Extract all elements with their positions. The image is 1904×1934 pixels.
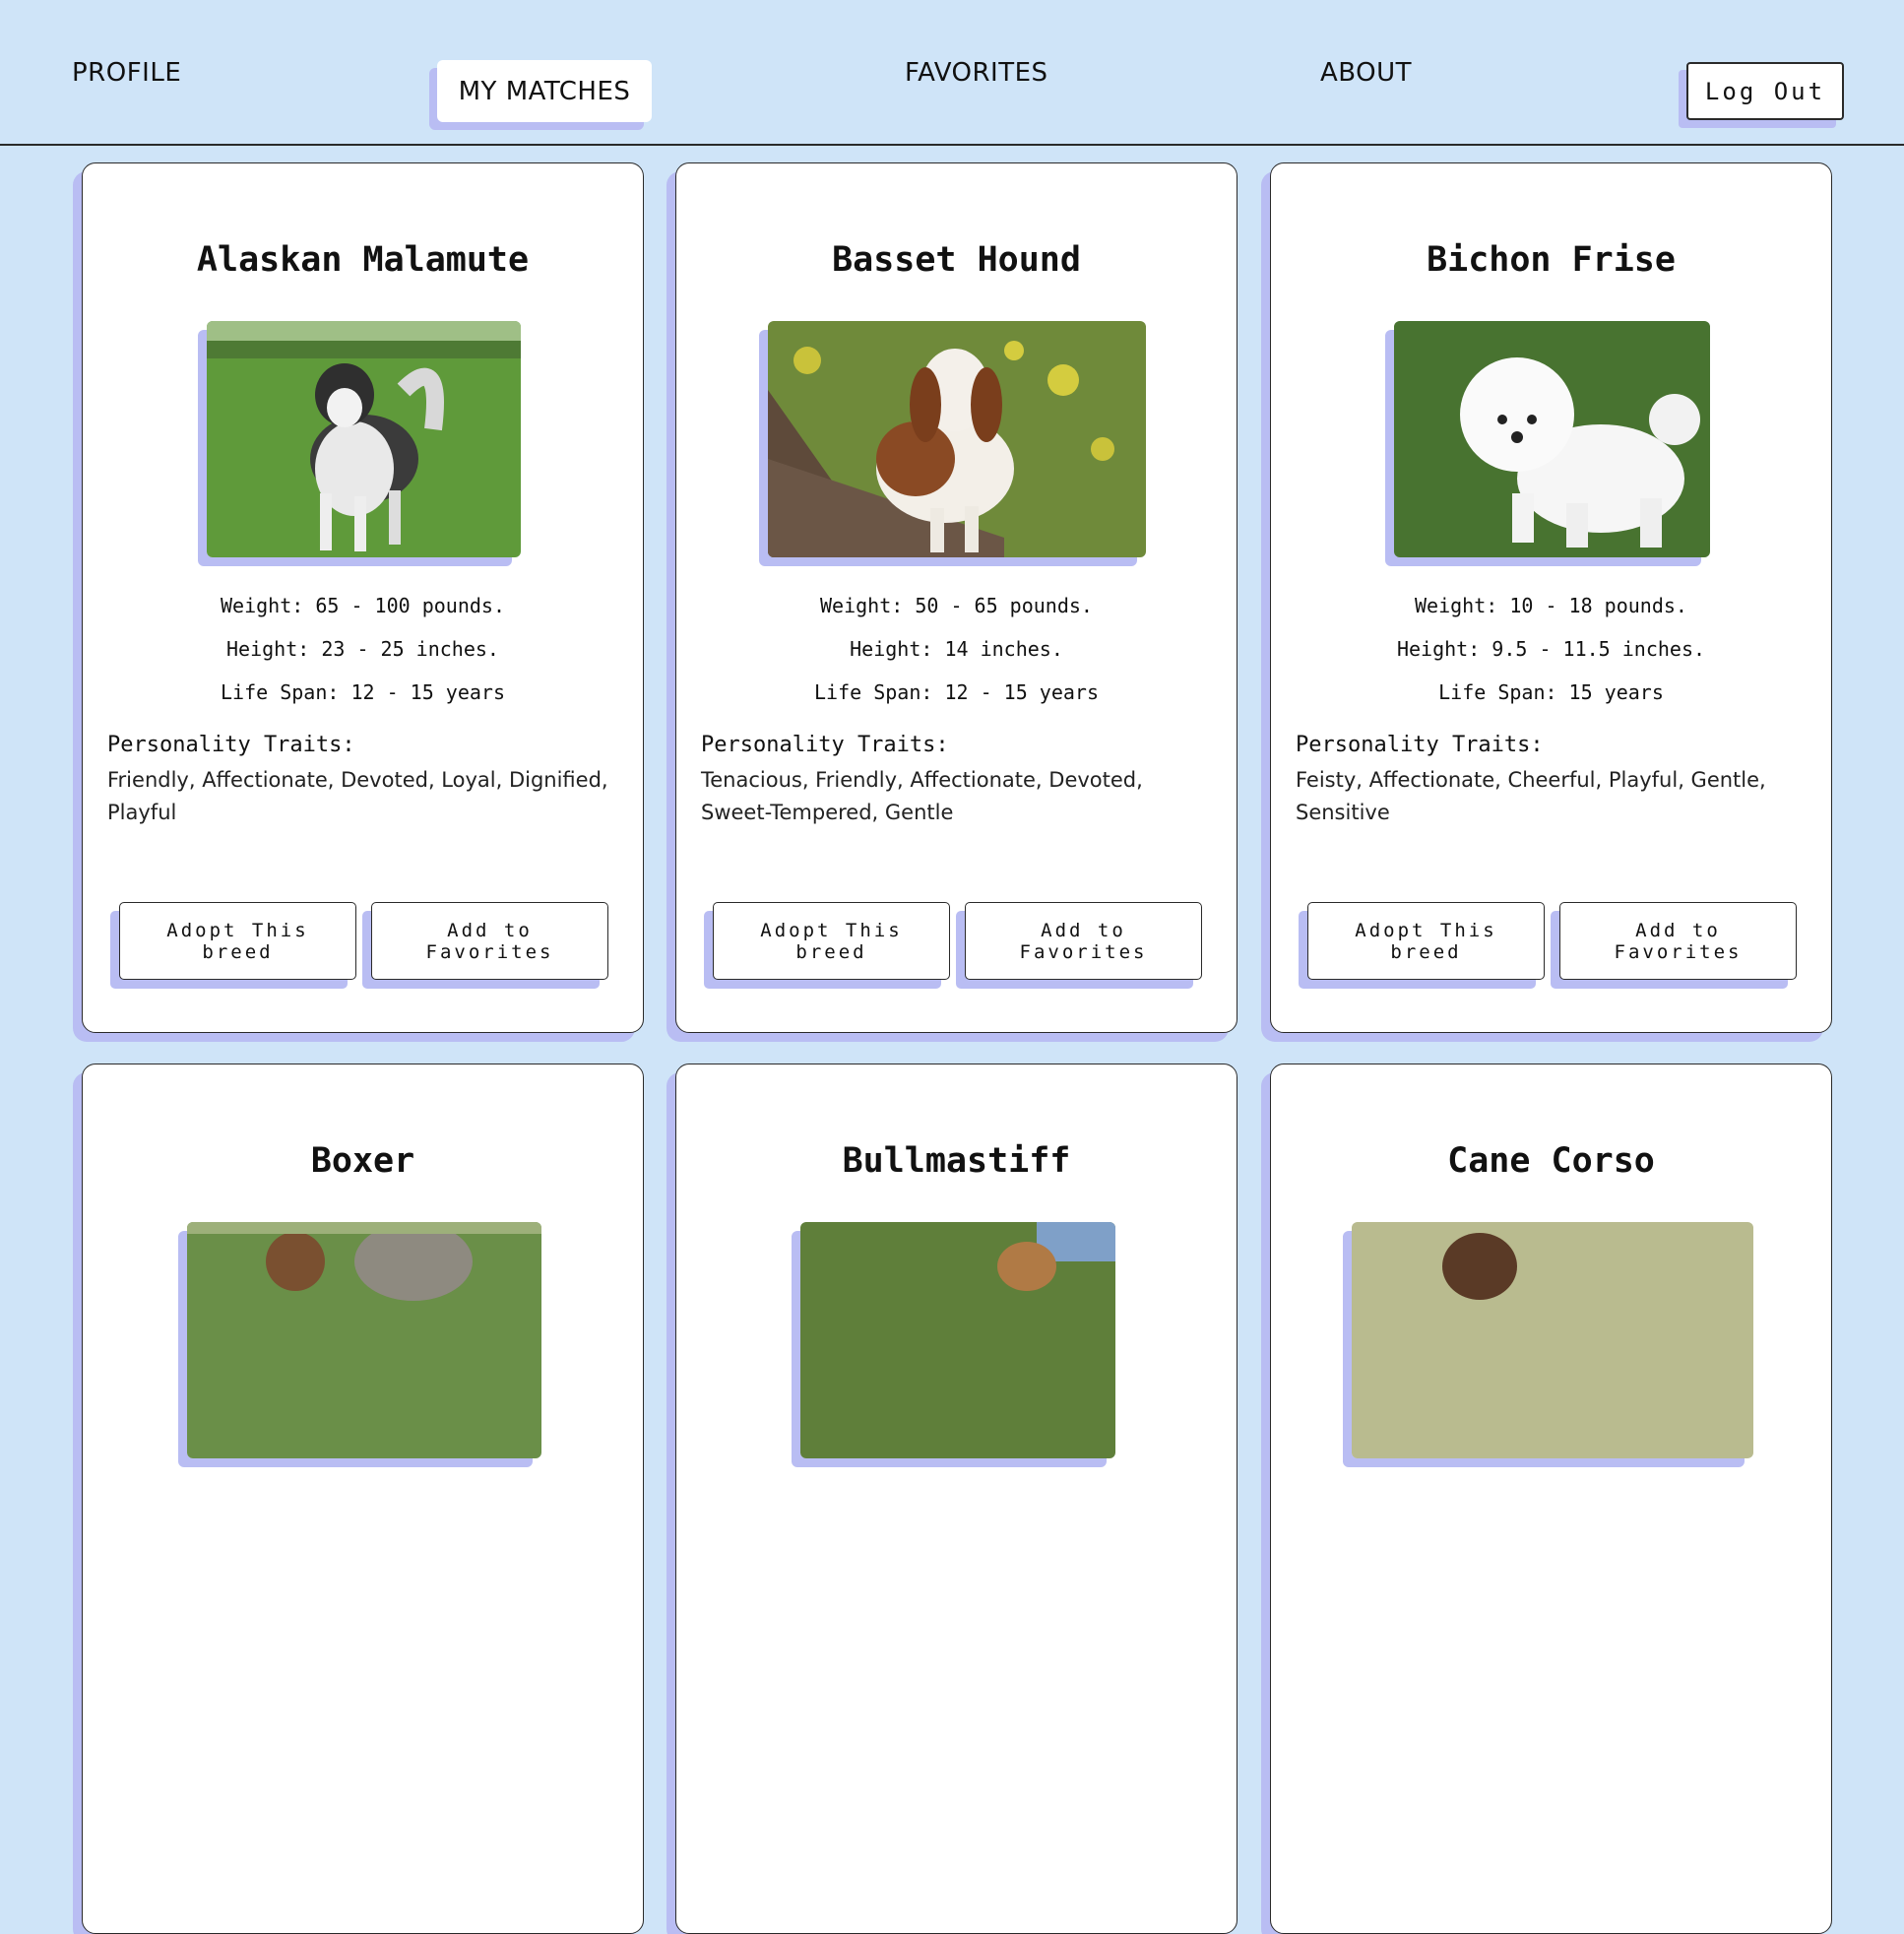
breed-card: Boxer — [82, 1064, 644, 1934]
add-favorites-button[interactable]: Add to Favorites — [1559, 902, 1797, 980]
breed-card: Alaskan Malamute Weight: 65 - 100 pounds… — [82, 162, 644, 1033]
add-favorites-button[interactable]: Add to Favorites — [371, 902, 608, 980]
breed-life-span: Life Span: 12 - 15 years — [814, 680, 1099, 704]
nav-favorites[interactable]: FAVORITES — [905, 58, 1048, 88]
breed-photo — [1352, 1222, 1753, 1458]
breed-name: Alaskan Malamute — [196, 240, 530, 280]
top-nav: PROFILE MY MATCHES FAVORITES ABOUT Log O… — [0, 0, 1904, 146]
adopt-button[interactable]: Adopt This breed — [1307, 902, 1545, 980]
nav-about[interactable]: ABOUT — [1320, 58, 1412, 88]
breed-height: Height: 14 inches. — [850, 637, 1063, 661]
breed-photo — [207, 321, 521, 557]
traits-text: Friendly, Affectionate, Devoted, Loyal, … — [107, 768, 608, 824]
breed-name: Basset Hound — [832, 240, 1081, 280]
breed-name: Bullmastiff — [842, 1141, 1071, 1181]
traits-text: Tenacious, Friendly, Affectionate, Devot… — [701, 768, 1143, 824]
logout-button[interactable]: Log Out — [1686, 62, 1844, 120]
breed-name: Boxer — [310, 1141, 415, 1181]
adopt-button[interactable]: Adopt This breed — [119, 902, 356, 980]
breed-card: Bullmastiff — [675, 1064, 1238, 1934]
breed-height: Height: 23 - 25 inches. — [226, 637, 499, 661]
breed-life-span: Life Span: 12 - 15 years — [221, 680, 505, 704]
breed-card: Bichon Frise Weight: 10 - 18 pounds. Hei… — [1270, 162, 1832, 1033]
breed-height: Height: 9.5 - 11.5 inches. — [1396, 637, 1706, 661]
traits-text: Feisty, Affectionate, Cheerful, Playful,… — [1296, 768, 1766, 824]
breed-weight: Weight: 50 - 65 pounds. — [820, 594, 1093, 617]
breed-photo — [1394, 321, 1710, 557]
breed-card: Basset Hound Weight: 50 - 65 pounds. Hei… — [675, 162, 1238, 1033]
breed-photo — [800, 1222, 1115, 1458]
breed-name: Bichon Frise — [1427, 240, 1676, 280]
traits-label: Personality Traits: — [107, 733, 355, 757]
traits-label: Personality Traits: — [701, 733, 949, 757]
breed-life-span: Life Span: 15 years — [1438, 680, 1664, 704]
breed-card: Cane Corso — [1270, 1064, 1832, 1934]
breed-weight: Weight: 10 - 18 pounds. — [1415, 594, 1687, 617]
breed-name: Cane Corso — [1447, 1141, 1655, 1181]
adopt-button[interactable]: Adopt This breed — [713, 902, 950, 980]
breed-photo — [187, 1222, 541, 1458]
nav-profile[interactable]: PROFILE — [72, 58, 181, 88]
nav-my-matches[interactable]: MY MATCHES — [437, 60, 652, 122]
breed-weight: Weight: 65 - 100 pounds. — [221, 594, 505, 617]
add-favorites-button[interactable]: Add to Favorites — [965, 902, 1202, 980]
traits-label: Personality Traits: — [1296, 733, 1544, 757]
breed-photo — [768, 321, 1146, 557]
